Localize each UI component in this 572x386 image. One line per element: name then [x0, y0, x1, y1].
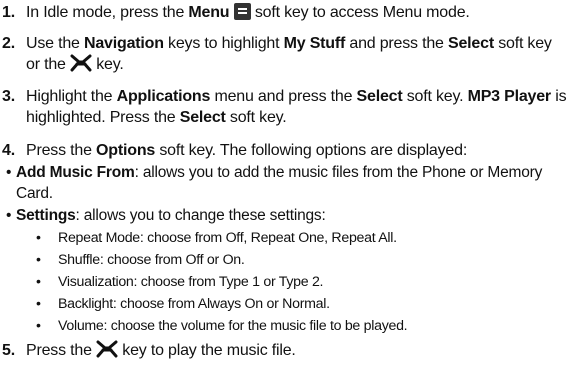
step-3: 3. Highlight the Applications menu and p…	[0, 86, 568, 128]
menu-softkey-icon	[233, 3, 251, 20]
bullet: •	[6, 207, 12, 224]
menu-keyword: Menu	[188, 4, 230, 21]
step-text: Press the Options soft key. The followin…	[26, 142, 468, 159]
step-number: 3.	[2, 88, 15, 105]
instructions-page: 1. In Idle mode, press the Menu soft key…	[0, 3, 568, 359]
step-number: 2.	[2, 35, 15, 52]
step-number: 1.	[2, 4, 15, 21]
step-number: 5.	[2, 342, 15, 359]
step-text: Use the Navigation keys to highlight My …	[26, 35, 552, 73]
bullet: •	[6, 164, 12, 181]
option-add-music-from: • Add Music From: allows you to add the …	[6, 164, 543, 202]
center-key-icon	[70, 54, 92, 72]
step-number: 4.	[2, 142, 15, 159]
step-text: In Idle mode, press the Menu soft key to…	[26, 3, 470, 21]
step-text: Highlight the Applications menu and pres…	[26, 88, 567, 126]
center-key-icon	[96, 340, 118, 358]
step-text: Press the key to play the music file.	[26, 340, 296, 359]
step-2: 2. Use the Navigation keys to highlight …	[0, 33, 568, 75]
